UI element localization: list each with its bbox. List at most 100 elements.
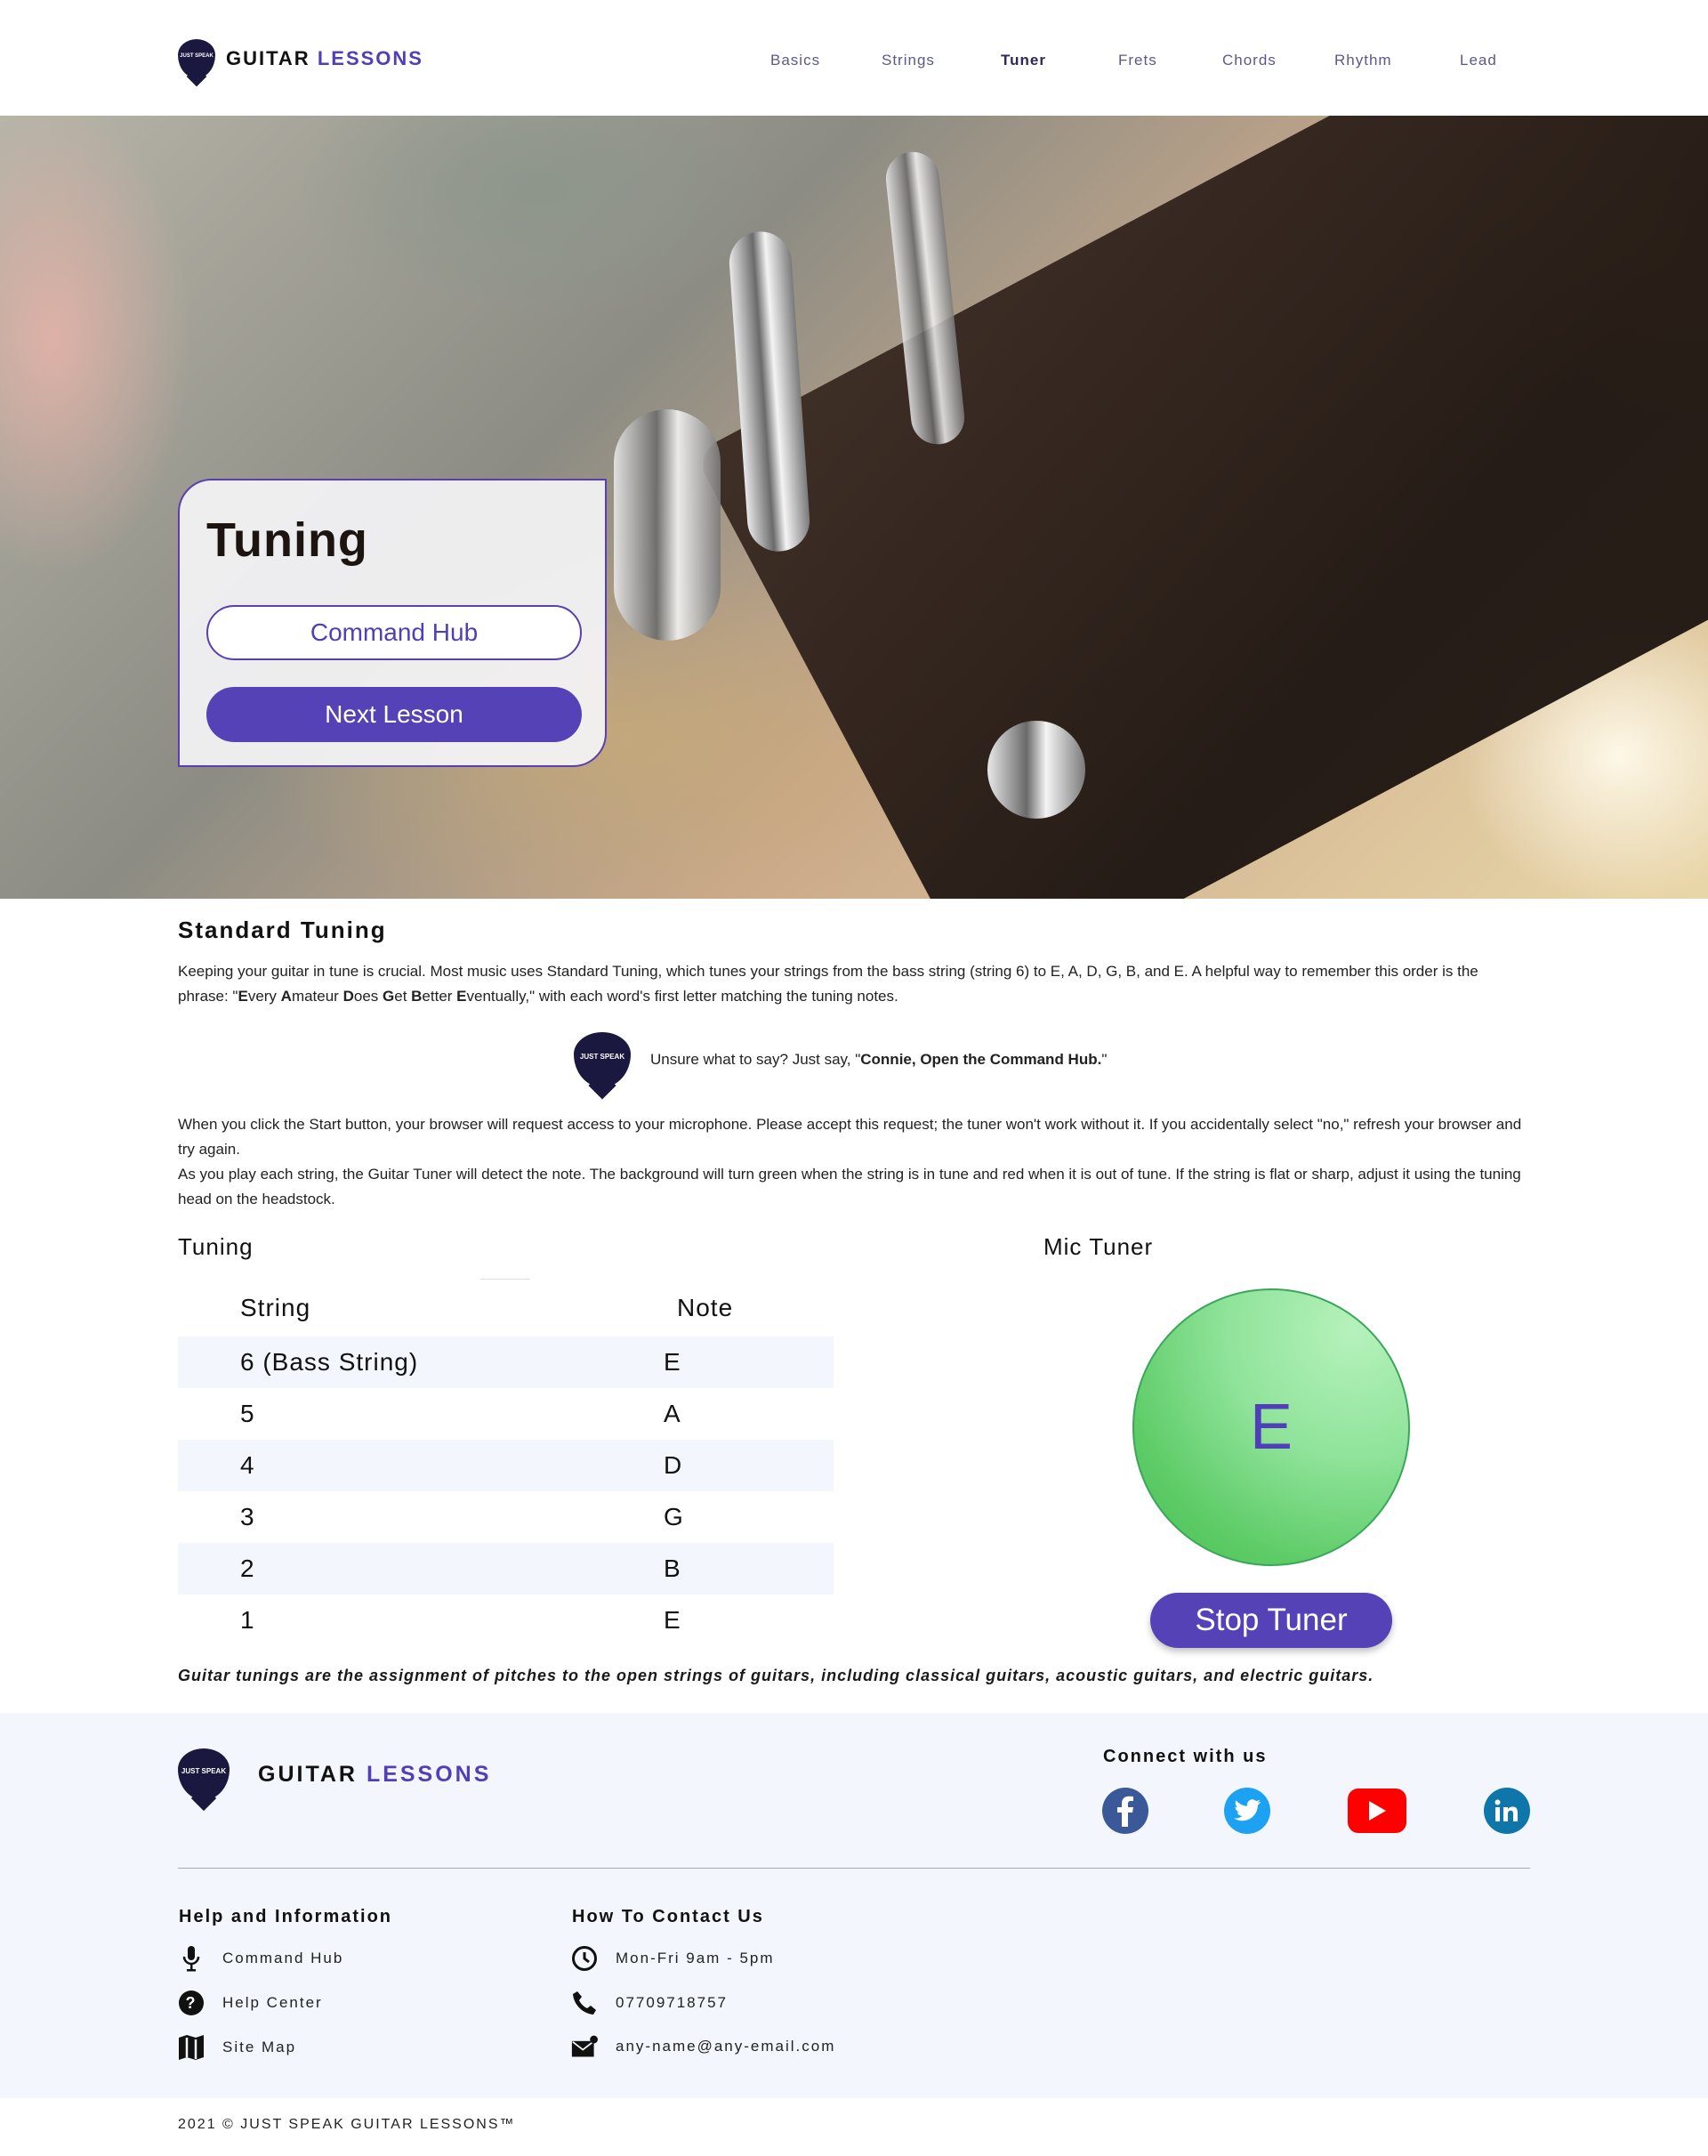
logo-title-accent: LESSONS bbox=[317, 47, 423, 69]
nav-frets[interactable]: Frets bbox=[1118, 52, 1157, 69]
contact-label: Mon-Fri 9am - 5pm bbox=[616, 1950, 775, 1966]
table-row: 2 B bbox=[178, 1543, 834, 1595]
table-cell-string: 2 bbox=[240, 1554, 255, 1582]
mnemonic-rest: ventually bbox=[466, 988, 526, 1005]
mic-tuner-title: Mic Tuner bbox=[1043, 1233, 1154, 1260]
nav-chords[interactable]: Chords bbox=[1222, 52, 1277, 69]
footer-logo-title: GUITAR LESSONS bbox=[258, 1762, 491, 1788]
table-cell-note: G bbox=[664, 1503, 684, 1530]
page-title: Tuning bbox=[206, 513, 368, 567]
table-row: 4 D bbox=[178, 1440, 834, 1491]
tuning-table: String Note 6 (Bass String) E 5 A 4 D 3 … bbox=[178, 1281, 834, 1646]
contact-label: 07709718757 bbox=[616, 1994, 729, 2011]
nav-strings[interactable]: Strings bbox=[882, 52, 935, 69]
contact-phone[interactable]: 07709718757 bbox=[571, 1990, 728, 2016]
facebook-icon[interactable] bbox=[1102, 1788, 1148, 1834]
mnemonic-rest: very bbox=[247, 988, 281, 1005]
linkedin-icon[interactable] bbox=[1484, 1788, 1530, 1834]
table-row: 3 G bbox=[178, 1491, 834, 1543]
twitter-icon[interactable] bbox=[1224, 1788, 1270, 1834]
mnemonic-letter: G bbox=[383, 988, 395, 1005]
nav-basics[interactable]: Basics bbox=[770, 52, 820, 69]
guitar-pick-logo-icon: JUST SPEAK bbox=[574, 1032, 631, 1087]
table-cell-string: 5 bbox=[240, 1400, 255, 1427]
mnemonic-letter: B bbox=[411, 988, 423, 1005]
clock-icon bbox=[571, 1945, 598, 1972]
table-cell-note: A bbox=[664, 1400, 681, 1427]
mnemonic-letter: E bbox=[456, 988, 467, 1005]
nav-tuner[interactable]: Tuner bbox=[1001, 52, 1046, 69]
table-cell-note: D bbox=[664, 1451, 683, 1479]
voice-hint-text: Unsure what to say? Just say, "Connie, O… bbox=[650, 1051, 1107, 1069]
hero-banner: Tuning Command Hub Next Lesson bbox=[0, 116, 1708, 899]
footer-pick-text: JUST SPEAK bbox=[181, 1767, 227, 1775]
table-cell-note: E bbox=[664, 1606, 681, 1634]
hero-tuning-peg-image bbox=[614, 409, 721, 641]
tuner-instructions-paragraph: As you play each string, the Guitar Tune… bbox=[178, 1166, 1521, 1207]
footer-link-command-hub[interactable]: Command Hub bbox=[178, 1945, 343, 1972]
contact-label: any-name@any-email.com bbox=[616, 2038, 836, 2055]
command-hub-button[interactable]: Command Hub bbox=[206, 605, 582, 660]
mnemonic-rest: et bbox=[394, 988, 412, 1005]
voice-hint: JUST SPEAK Unsure what to say? Just say,… bbox=[574, 1032, 1107, 1087]
microphone-paragraph: When you click the Start button, your br… bbox=[178, 1116, 1522, 1158]
table-cell-note: B bbox=[664, 1554, 681, 1582]
copyright: 2021 © JUST SPEAK GUITAR LESSONS™ bbox=[178, 2117, 516, 2132]
youtube-icon[interactable] bbox=[1348, 1789, 1406, 1833]
contact-title: How To Contact Us bbox=[572, 1907, 764, 1926]
hint-suffix: " bbox=[1101, 1051, 1108, 1068]
contact-email[interactable]: any-name@any-email.com bbox=[571, 2033, 835, 2060]
mail-icon bbox=[571, 2033, 598, 2060]
detected-note: E bbox=[1249, 1392, 1293, 1463]
table-cell-string: 4 bbox=[240, 1451, 255, 1479]
logo-title: GUITAR LESSONS bbox=[226, 47, 423, 70]
standard-tuning-title: Standard Tuning bbox=[178, 917, 387, 943]
footer-link-site-map[interactable]: Site Map bbox=[178, 2034, 296, 2061]
next-lesson-button[interactable]: Next Lesson bbox=[206, 687, 582, 742]
table-header-string: String bbox=[240, 1294, 311, 1321]
guitar-pick-logo-icon: JUST SPEAK bbox=[178, 1748, 230, 1800]
microphone-icon bbox=[178, 1945, 205, 1972]
tuner-note-display: E bbox=[1132, 1288, 1410, 1566]
mnemonic-rest: etter bbox=[422, 988, 457, 1005]
help-circle-icon: ? bbox=[178, 1990, 205, 2016]
table-cell-string: 6 (Bass String) bbox=[240, 1348, 419, 1376]
tuning-table-title: Tuning bbox=[178, 1233, 254, 1260]
table-row: 6 (Bass String) E bbox=[178, 1336, 834, 1388]
hint-prefix: Unsure what to say? Just say, " bbox=[650, 1051, 861, 1068]
footer-logo-title-main: GUITAR bbox=[258, 1761, 358, 1787]
mnemonic-letter: D bbox=[342, 988, 354, 1005]
mnemonic-rest: mateur bbox=[291, 988, 343, 1005]
mnemonic-rest: oes bbox=[353, 988, 383, 1005]
footer-link-help-center[interactable]: ? Help Center bbox=[178, 1990, 323, 2016]
footer-logo-title-accent: LESSONS bbox=[366, 1761, 492, 1787]
stop-tuner-button[interactable]: Stop Tuner bbox=[1150, 1593, 1392, 1648]
nav-lead[interactable]: Lead bbox=[1460, 52, 1497, 69]
connect-title: Connect with us bbox=[1103, 1747, 1268, 1766]
hero-guitar-headstock-image bbox=[694, 116, 1708, 899]
hint-command: Connie, Open the Command Hub. bbox=[860, 1051, 1102, 1068]
site-logo[interactable]: JUST SPEAK GUITAR LESSONS bbox=[178, 39, 423, 78]
contact-hours: Mon-Fri 9am - 5pm bbox=[571, 1945, 775, 1972]
footer-divider bbox=[178, 1868, 1530, 1869]
mnemonic-letter: E bbox=[238, 988, 248, 1005]
footer-link-label: Help Center bbox=[222, 1994, 323, 2011]
table-header-note: Note bbox=[677, 1294, 734, 1321]
table-row: 1 E bbox=[178, 1595, 834, 1646]
table-cell-note: E bbox=[664, 1348, 681, 1376]
intro-paragraph: Keeping your guitar in tune is crucial. … bbox=[178, 959, 1530, 1009]
help-title: Help and Information bbox=[179, 1907, 392, 1926]
footer-logo[interactable]: JUST SPEAK GUITAR LESSONS bbox=[178, 1748, 491, 1800]
footer-link-label: Site Map bbox=[222, 2039, 297, 2055]
table-divider bbox=[480, 1279, 530, 1280]
hero-tuning-peg-image bbox=[987, 721, 1085, 819]
intro-text-end: ," with each word's first letter matchin… bbox=[525, 988, 898, 1005]
table-cell-string: 1 bbox=[240, 1606, 255, 1634]
logo-pick-text: JUST SPEAK bbox=[180, 53, 214, 59]
hero-card: Tuning Command Hub Next Lesson bbox=[178, 479, 607, 767]
nav-rhythm[interactable]: Rhythm bbox=[1334, 52, 1392, 69]
table-cell-string: 3 bbox=[240, 1503, 255, 1530]
phone-icon bbox=[571, 1990, 598, 2016]
site-header: JUST SPEAK GUITAR LESSONS Basics Strings… bbox=[0, 0, 1708, 116]
tuning-definition-note: Guitar tunings are the assignment of pit… bbox=[178, 1667, 1374, 1684]
